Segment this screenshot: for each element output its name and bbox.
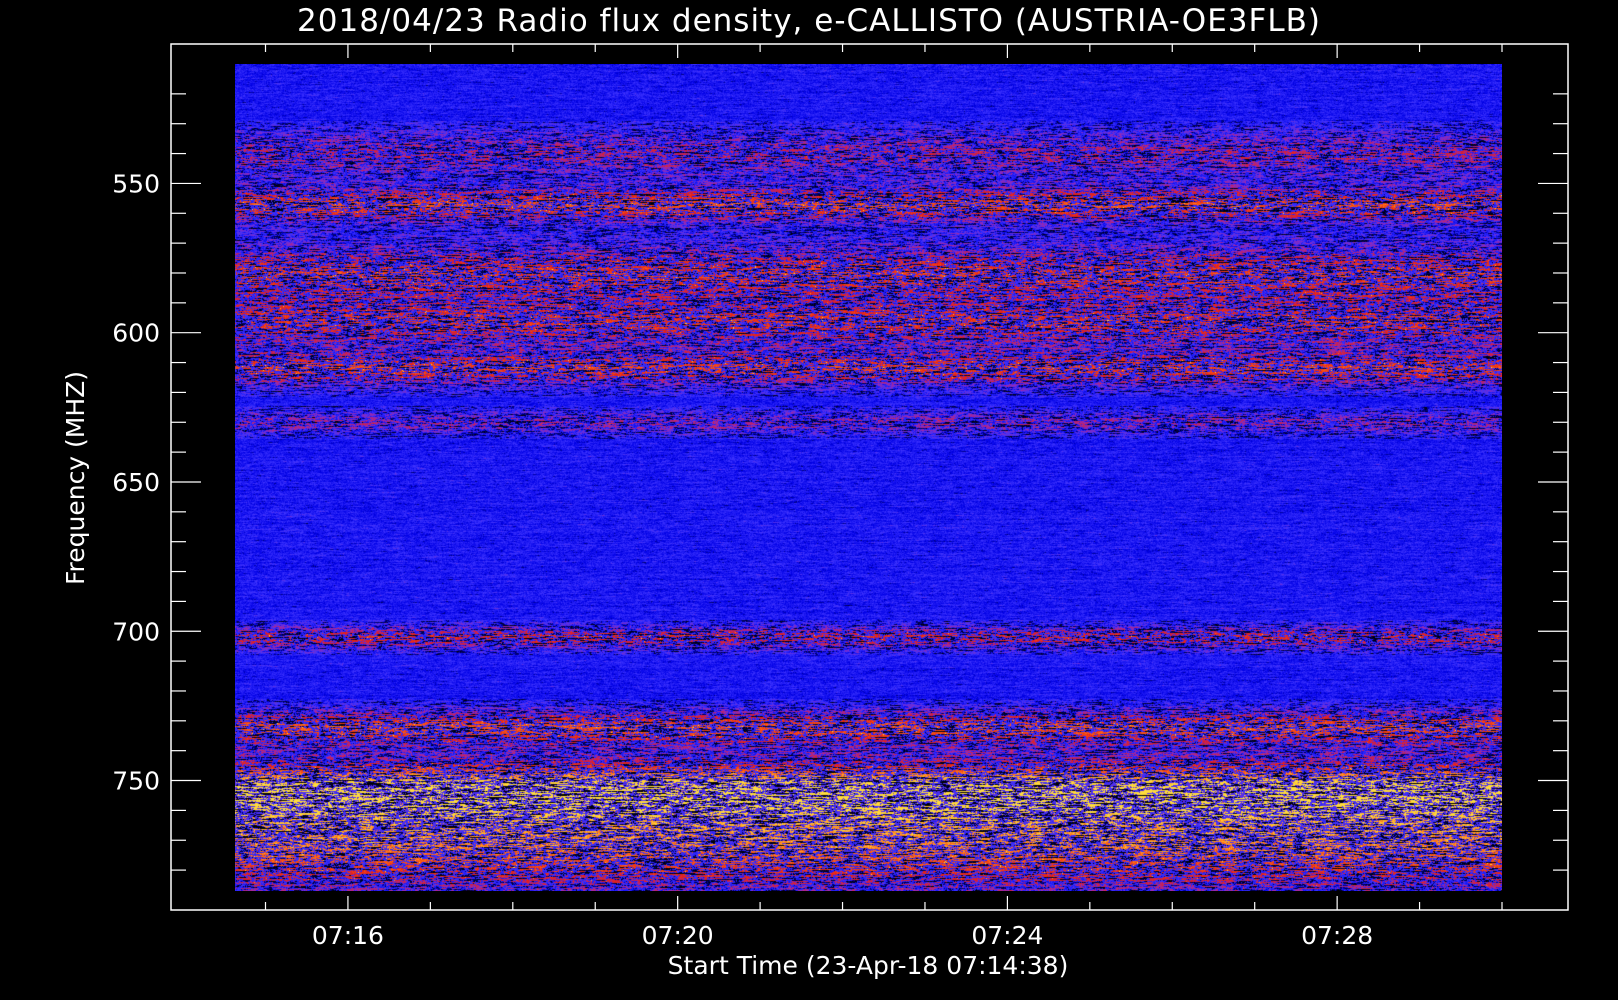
chart-title: 2018/04/23 Radio flux density, e-CALLIST… [297, 3, 1321, 39]
y-tick-label: 600 [112, 319, 160, 348]
x-tick-label: 07:20 [642, 921, 714, 950]
y-tick-label: 750 [112, 767, 160, 796]
heatmap-container [235, 64, 1502, 891]
plot-frame [170, 43, 1569, 911]
y-tick-label: 550 [112, 169, 160, 198]
y-tick-label: 700 [112, 617, 160, 646]
x-axis-label: Start Time (23-Apr-18 07:14:38) [668, 951, 1069, 980]
x-tick-label: 07:16 [312, 921, 384, 950]
y-axis-label: Frequency (MHZ) [61, 371, 90, 585]
x-tick-label: 07:28 [1301, 921, 1373, 950]
spectrogram-chart: 2018/04/23 Radio flux density, e-CALLIST… [61, 3, 1569, 980]
x-tick-label: 07:24 [971, 921, 1043, 950]
heatmap-canvas [235, 64, 1502, 891]
y-tick-label: 650 [112, 468, 160, 497]
